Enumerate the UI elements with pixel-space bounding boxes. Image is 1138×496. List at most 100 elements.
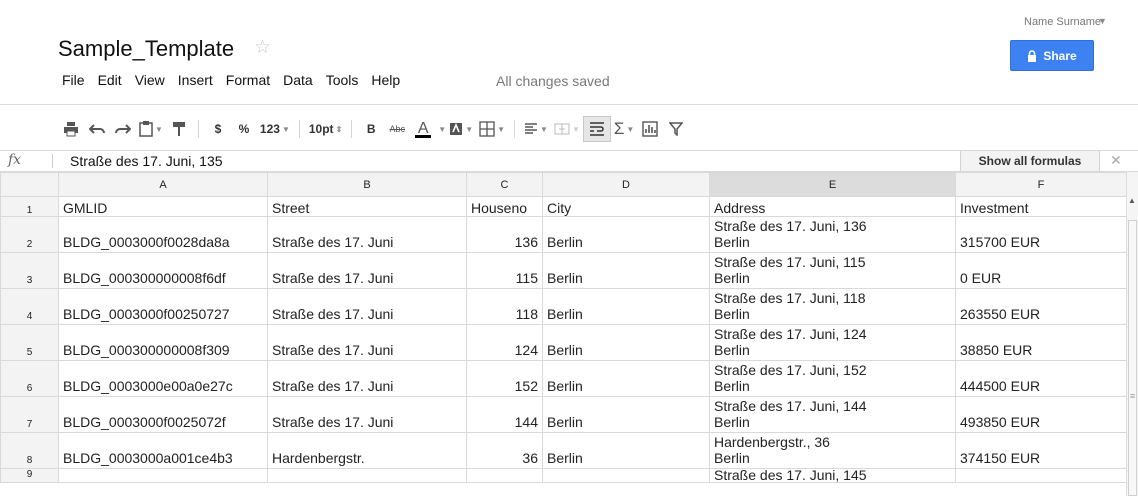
strikethrough-button[interactable]: Abc [384,117,410,141]
paste-caret-icon[interactable]: ▼ [155,125,163,134]
row-header[interactable]: 4 [0,288,59,325]
cell-city[interactable]: Berlin [542,288,710,325]
row-header[interactable]: 9 [0,468,59,483]
cell-houseno[interactable]: 36 [466,432,543,469]
menu-file[interactable]: File [62,72,85,88]
cell-street[interactable]: Hardenbergstr. [267,432,467,469]
cell-street[interactable]: Straße des 17. Juni [267,360,467,397]
cell-header-gmlid[interactable]: GMLID [58,196,268,217]
row-header[interactable]: 7 [0,396,59,433]
cell-investment[interactable]: 493850 EUR [955,396,1127,433]
cell-address[interactable]: Straße des 17. Juni, 144 Berlin [709,396,956,433]
print-icon[interactable] [58,117,84,141]
undo-icon[interactable] [84,117,110,141]
bold-button[interactable]: B [358,117,384,141]
cell-houseno[interactable]: 144 [466,396,543,433]
paint-format-icon[interactable] [166,117,192,141]
cell-city[interactable]: Berlin [542,396,710,433]
menu-tools[interactable]: Tools [326,72,359,88]
currency-format-button[interactable]: $ [205,117,231,141]
cell-address[interactable]: Straße des 17. Juni, 118 Berlin [709,288,956,325]
cell-header-address[interactable]: Address [709,196,956,217]
text-color-caret-icon[interactable]: ▼ [438,125,446,134]
star-icon[interactable]: ☆ [254,36,271,59]
row-header[interactable]: 3 [0,252,59,289]
cell-houseno[interactable] [466,468,543,483]
cell-header-street[interactable]: Street [267,196,467,217]
row-header[interactable]: 8 [0,432,59,469]
cell-investment[interactable]: 315700 EUR [955,216,1127,253]
user-name[interactable]: Name Surname [1024,16,1101,28]
cell-city[interactable]: Berlin [542,216,710,253]
cell-header-investment[interactable]: Investment [955,196,1127,217]
cell-city[interactable]: Berlin [542,324,710,361]
column-header-b[interactable]: B [267,172,467,197]
cell-houseno[interactable]: 152 [466,360,543,397]
menu-edit[interactable]: Edit [98,72,122,88]
percent-format-button[interactable]: % [231,117,257,141]
document-title[interactable]: Sample_Template [58,36,234,62]
cell-gmlid[interactable] [58,468,268,483]
close-icon[interactable]: ✕ [1110,152,1122,169]
scrollbar-thumb[interactable] [1128,220,1137,496]
row-header[interactable]: 1 [0,196,59,217]
menu-format[interactable]: Format [226,72,270,88]
cell-investment[interactable]: 374150 EUR [955,432,1127,469]
cell-address[interactable]: Straße des 17. Juni, 152 Berlin [709,360,956,397]
cell-houseno[interactable]: 136 [466,216,543,253]
text-color-button[interactable]: A [410,117,436,141]
redo-icon[interactable] [110,117,136,141]
paste-icon[interactable]: ▼ [136,117,166,141]
cell-gmlid[interactable]: BLDG_0003000a001ce4b3 [58,432,268,469]
select-all-corner[interactable] [0,172,59,197]
menu-view[interactable]: View [135,72,165,88]
cell-investment[interactable] [955,468,1127,483]
cell-address[interactable]: Straße des 17. Juni, 124 Berlin [709,324,956,361]
menu-data[interactable]: Data [283,72,313,88]
menu-help[interactable]: Help [371,72,400,88]
row-header[interactable]: 2 [0,216,59,253]
cell-gmlid[interactable]: BLDG_0003000f0028da8a [58,216,268,253]
cell-address[interactable]: Hardenbergstr., 36 Berlin [709,432,956,469]
fill-color-icon[interactable]: ▼ [446,117,476,141]
cell-investment[interactable]: 38850 EUR [955,324,1127,361]
row-header[interactable]: 5 [0,324,59,361]
filter-icon[interactable] [663,117,689,141]
column-header-f[interactable]: F [955,172,1127,197]
number-format-button[interactable]: 123 ▼ [257,117,293,141]
row-header[interactable]: 6 [0,360,59,397]
merge-cells-icon[interactable]: ▼ [551,117,583,141]
cell-header-city[interactable]: City [542,196,710,217]
formula-input[interactable]: Straße des 17. Juni, 135 [70,153,223,169]
cell-investment[interactable]: 263550 EUR [955,288,1127,325]
cell-street[interactable] [267,468,467,483]
cell-gmlid[interactable]: BLDG_0003000f0025072f [58,396,268,433]
cell-street[interactable]: Straße des 17. Juni [267,252,467,289]
cell-gmlid[interactable]: BLDG_000300000008f309 [58,324,268,361]
cell-address[interactable]: Straße des 17. Juni, 145 [709,468,956,483]
cell-gmlid[interactable]: BLDG_0003000e00a0e27c [58,360,268,397]
cell-investment[interactable]: 0 EUR [955,252,1127,289]
cell-city[interactable]: Berlin [542,360,710,397]
cell-houseno[interactable]: 124 [466,324,543,361]
cell-street[interactable]: Straße des 17. Juni [267,216,467,253]
cell-city[interactable]: Berlin [542,432,710,469]
borders-icon[interactable]: ▼ [476,117,508,141]
column-header-a[interactable]: A [58,172,268,197]
scroll-up-arrow-icon[interactable]: ▲ [1128,196,1136,205]
wrap-text-icon[interactable] [582,116,611,142]
font-size-select[interactable]: 10pt ⇕ [306,117,345,141]
cell-houseno[interactable]: 118 [466,288,543,325]
cell-houseno[interactable]: 115 [466,252,543,289]
cell-city[interactable] [542,468,710,483]
column-header-e[interactable]: E [709,172,956,197]
user-menu-caret-icon[interactable]: ▼ [1098,16,1107,26]
show-all-formulas-button[interactable]: Show all formulas [960,151,1100,171]
insert-chart-icon[interactable] [637,117,663,141]
cell-address[interactable]: Straße des 17. Juni, 115 Berlin [709,252,956,289]
column-header-d[interactable]: D [542,172,710,197]
cell-city[interactable]: Berlin [542,252,710,289]
menu-insert[interactable]: Insert [178,72,213,88]
functions-button[interactable]: Σ ▼ [611,117,637,141]
cell-street[interactable]: Straße des 17. Juni [267,324,467,361]
